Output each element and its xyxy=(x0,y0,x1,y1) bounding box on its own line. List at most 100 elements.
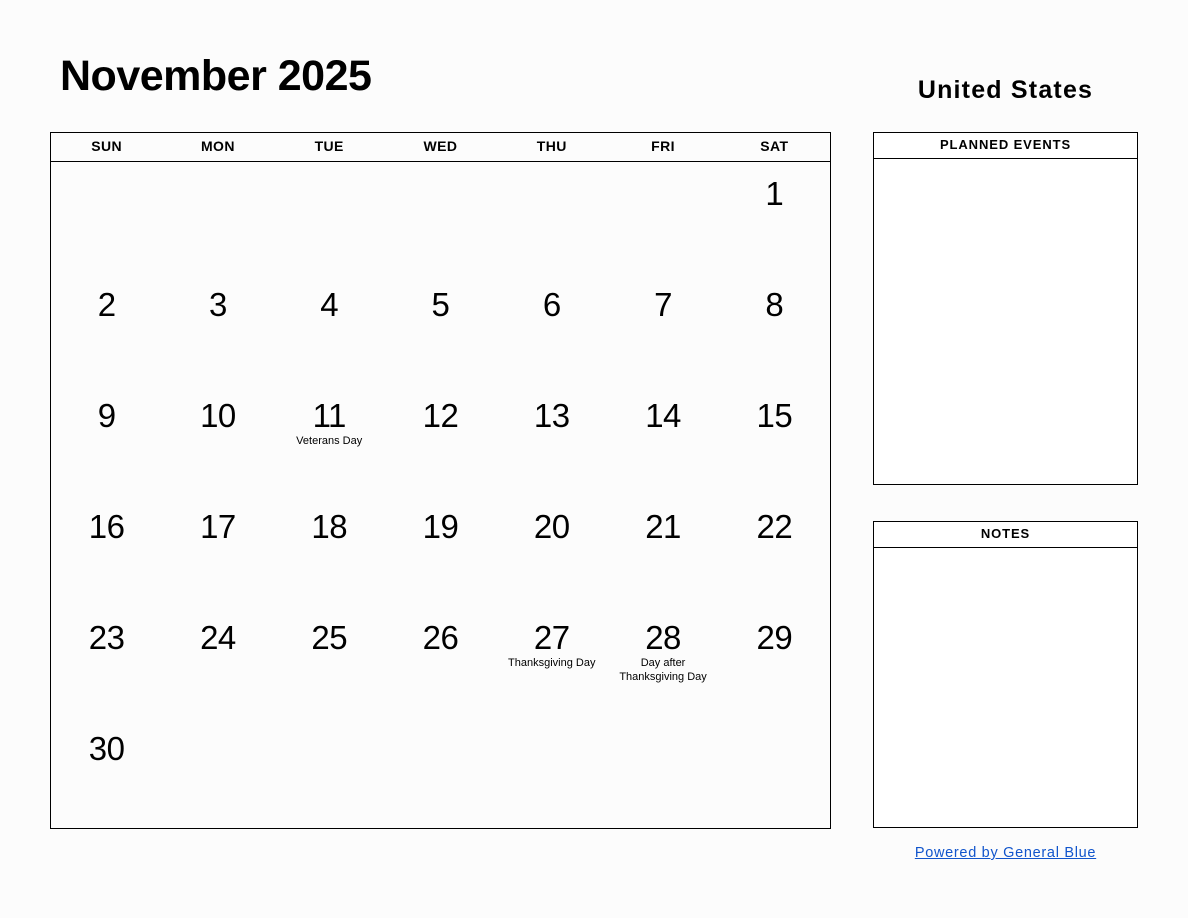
planned-events-title: PLANNED EVENTS xyxy=(874,133,1137,159)
day-cell-21[interactable]: 21 xyxy=(607,495,718,606)
day-cell-empty xyxy=(496,717,607,828)
day-number: 18 xyxy=(311,508,348,545)
day-number: 9 xyxy=(97,397,116,434)
calendar-week-row: 2 3 4 5 6 7 8 xyxy=(51,273,830,384)
day-cell-14[interactable]: 14 xyxy=(607,384,718,495)
day-cell-30[interactable]: 30 xyxy=(51,717,162,828)
day-cell-17[interactable]: 17 xyxy=(162,495,273,606)
weekday-header-tue: TUE xyxy=(314,138,344,154)
page-title: November 2025 xyxy=(60,52,372,100)
calendar-week-row: 23 24 25 26 27 Thanksgiving Day 28 Day after Th… xyxy=(51,606,830,717)
day-cell-3[interactable]: 3 xyxy=(162,273,273,384)
day-cell-18[interactable]: 18 xyxy=(274,495,385,606)
notes-title: NOTES xyxy=(874,522,1137,548)
planned-events-writing-area[interactable] xyxy=(874,159,1137,484)
day-cell-29[interactable]: 29 xyxy=(719,606,830,717)
calendar-week-row: 30 xyxy=(51,717,830,828)
weekday-header-mon: MON xyxy=(200,138,235,154)
day-cell-16[interactable]: 16 xyxy=(51,495,162,606)
calendar-week-row: 9 10 11 Veterans Day 12 13 14 15 xyxy=(51,384,830,495)
country-title: United States xyxy=(917,76,1094,104)
day-cell-empty xyxy=(607,162,718,273)
day-cell-26[interactable]: 26 xyxy=(385,606,496,717)
day-number: 22 xyxy=(756,508,793,545)
day-cell-empty xyxy=(385,717,496,828)
day-number: 2 xyxy=(97,286,116,323)
day-number: 27 xyxy=(533,619,570,656)
day-number: 25 xyxy=(311,619,348,656)
day-number: 11 xyxy=(312,397,347,434)
day-number: 10 xyxy=(200,397,236,434)
day-number: 28 xyxy=(645,619,681,656)
weekday-header-thu: THU xyxy=(536,138,567,154)
day-number: 15 xyxy=(756,397,793,434)
day-number: 8 xyxy=(765,286,784,323)
day-number: 24 xyxy=(200,619,236,656)
notes-writing-area[interactable] xyxy=(874,548,1137,827)
day-cell-13[interactable]: 13 xyxy=(496,384,607,495)
day-number: 16 xyxy=(88,508,125,545)
day-cell-12[interactable]: 12 xyxy=(385,384,496,495)
day-cell-empty xyxy=(385,162,496,273)
day-cell-empty xyxy=(719,717,830,828)
day-number: 29 xyxy=(756,619,793,656)
day-cell-1[interactable]: 1 xyxy=(719,162,830,273)
day-holiday-label: Thanksgiving Day xyxy=(508,657,596,669)
day-cell-10[interactable]: 10 xyxy=(162,384,273,495)
day-number: 14 xyxy=(645,397,681,434)
powered-by-link[interactable]: Powered by General Blue xyxy=(873,845,1138,861)
weekday-header-sun: SUN xyxy=(91,138,123,154)
day-number: 13 xyxy=(533,397,570,434)
weekday-header-wed: WED xyxy=(423,138,458,154)
calendar-weeks: 1 2 3 4 5 6 7 8 9 10 11 Veterans Day 12 13 14 15 16 17 18 1… xyxy=(51,162,830,828)
day-number: 19 xyxy=(422,508,459,545)
day-number: 20 xyxy=(533,508,570,545)
day-number: 6 xyxy=(542,286,561,323)
day-cell-8[interactable]: 8 xyxy=(719,273,830,384)
day-cell-7[interactable]: 7 xyxy=(607,273,718,384)
day-cell-empty xyxy=(162,717,273,828)
day-cell-24[interactable]: 24 xyxy=(162,606,273,717)
day-cell-empty xyxy=(162,162,273,273)
day-cell-9[interactable]: 9 xyxy=(51,384,162,495)
day-number: 17 xyxy=(200,508,236,545)
day-holiday-label: Day after Thanksgiving Day xyxy=(619,657,707,683)
day-cell-empty xyxy=(496,162,607,273)
day-number: 12 xyxy=(422,397,459,434)
notes-box: NOTES xyxy=(873,521,1138,828)
day-cell-6[interactable]: 6 xyxy=(496,273,607,384)
day-cell-2[interactable]: 2 xyxy=(51,273,162,384)
day-cell-27[interactable]: 27 Thanksgiving Day xyxy=(496,606,607,717)
day-holiday-label: Veterans Day xyxy=(296,435,363,447)
day-number: 5 xyxy=(431,286,450,323)
day-cell-23[interactable]: 23 xyxy=(51,606,162,717)
day-number: 1 xyxy=(765,175,784,212)
weekday-header-row: SUN MON TUE WED THU FRI SAT xyxy=(51,133,830,162)
day-number: 7 xyxy=(654,286,672,323)
day-number: 21 xyxy=(645,508,681,545)
weekday-header-sat: SAT xyxy=(760,138,789,154)
day-number: 26 xyxy=(422,619,459,656)
weekday-header-fri: FRI xyxy=(651,138,675,154)
day-cell-28[interactable]: 28 Day after Thanksgiving Day xyxy=(607,606,718,717)
calendar-week-row: 16 17 18 19 20 21 22 xyxy=(51,495,830,606)
day-cell-5[interactable]: 5 xyxy=(385,273,496,384)
day-cell-20[interactable]: 20 xyxy=(496,495,607,606)
day-number: 30 xyxy=(88,730,125,767)
day-cell-11[interactable]: 11 Veterans Day xyxy=(274,384,385,495)
day-cell-empty xyxy=(607,717,718,828)
day-cell-19[interactable]: 19 xyxy=(385,495,496,606)
day-cell-4[interactable]: 4 xyxy=(274,273,385,384)
day-cell-15[interactable]: 15 xyxy=(719,384,830,495)
day-cell-empty xyxy=(51,162,162,273)
day-number: 23 xyxy=(88,619,125,656)
day-number: 4 xyxy=(320,286,339,323)
day-cell-22[interactable]: 22 xyxy=(719,495,830,606)
day-number: 3 xyxy=(208,286,227,323)
calendar-grid: SUN MON TUE WED THU FRI SAT 1 2 3 4 5 6 7 8 9 10 11 Veter… xyxy=(50,132,831,829)
day-cell-empty xyxy=(274,717,385,828)
day-cell-empty xyxy=(274,162,385,273)
planned-events-box: PLANNED EVENTS xyxy=(873,132,1138,485)
calendar-week-row: 1 xyxy=(51,162,830,273)
day-cell-25[interactable]: 25 xyxy=(274,606,385,717)
